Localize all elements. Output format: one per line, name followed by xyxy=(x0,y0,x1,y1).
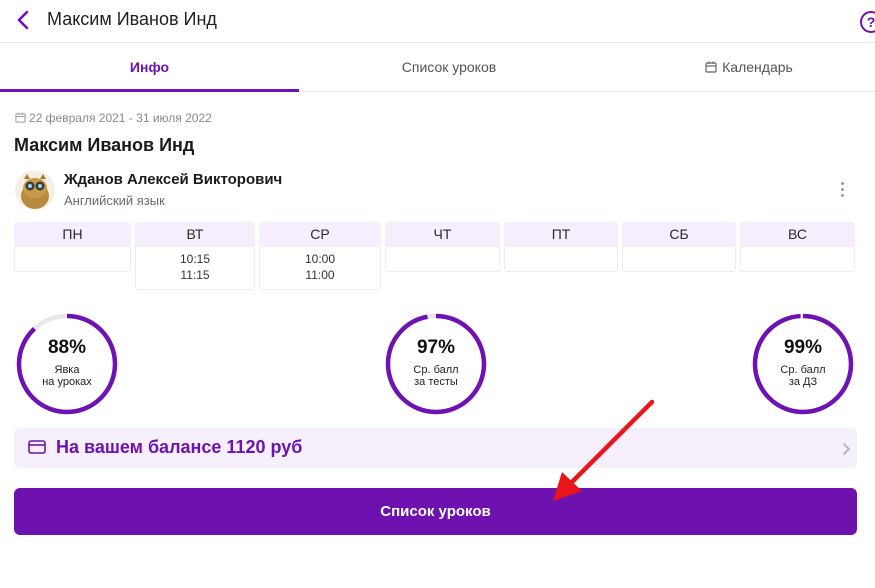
lesson-time: 10:00 xyxy=(304,252,336,266)
schedule-day-label: ВС xyxy=(740,222,855,247)
tab-calendar-label: Календарь xyxy=(722,59,793,75)
date-range: 22 февраля 2021 - 31 июля 2022 xyxy=(15,111,212,125)
chevron-right-icon xyxy=(842,442,850,460)
stat-value: 99% xyxy=(783,337,823,358)
tab-info[interactable]: Инфо xyxy=(0,43,299,92)
student-name: Максим Иванов Инд xyxy=(14,135,195,155)
schedule-day-tue: ВТ 10:15 11:15 xyxy=(135,222,255,290)
schedule-day-label: СР xyxy=(259,222,381,247)
tab-lesson-list-label: Список уроков xyxy=(401,59,497,75)
schedule-day-label: ВТ xyxy=(135,222,255,247)
schedule-day-times: 10:15 11:15 xyxy=(135,247,255,290)
schedule-day-label: ПН xyxy=(14,222,131,247)
balance-text: На вашем балансе 1120 руб xyxy=(56,437,303,457)
schedule-day-times: 10:00 11:00 xyxy=(259,247,381,290)
subject: Английский язык xyxy=(64,193,165,208)
stat-label: Ср. балл за ДЗ xyxy=(780,364,826,388)
credit-card-icon xyxy=(28,439,46,460)
calendar-small-icon xyxy=(15,112,26,123)
schedule-day-sun: ВС xyxy=(740,222,855,272)
schedule-day-mon: ПН xyxy=(14,222,131,272)
lesson-time: 10:15 xyxy=(179,252,211,266)
more-options-icon[interactable] xyxy=(836,182,848,200)
tab-info-label: Инфо xyxy=(129,59,170,75)
page-title: Максим Иванов Инд xyxy=(47,9,217,29)
schedule-day-times xyxy=(504,247,618,272)
schedule-day-times xyxy=(385,247,500,272)
tab-lesson-list[interactable]: Список уроков xyxy=(299,43,599,92)
teacher-name: Жданов Алексей Викторович xyxy=(64,171,283,188)
schedule-day-times xyxy=(622,247,736,272)
back-arrow-icon[interactable] xyxy=(12,8,36,32)
schedule-day-label: ЧТ xyxy=(385,222,500,247)
stat-value: 88% xyxy=(47,337,87,358)
date-range-text: 22 февраля 2021 - 31 июля 2022 xyxy=(29,111,212,125)
active-tab-indicator xyxy=(0,89,299,92)
tab-bar: Инфо Список уроков Календарь xyxy=(0,43,875,92)
lesson-list-button[interactable]: Список уроков xyxy=(14,488,857,535)
stat-value: 97% xyxy=(416,337,456,358)
schedule-day-label: ПТ xyxy=(504,222,618,247)
stat-label: Ср. балл за тесты xyxy=(413,364,459,388)
homework-score-stat: 99% Ср. балл за ДЗ xyxy=(751,312,855,416)
schedule-day-times xyxy=(740,247,855,272)
stat-label: Явка на уроках xyxy=(42,364,92,388)
balance-card[interactable]: На вашем балансе 1120 руб xyxy=(14,428,857,468)
avatar xyxy=(15,170,55,210)
schedule-day-times xyxy=(14,247,131,272)
schedule-day-thu: ЧТ xyxy=(385,222,500,272)
schedule-day-fri: ПТ xyxy=(504,222,618,272)
schedule-day-wed: СР 10:00 11:00 xyxy=(259,222,381,290)
lesson-time: 11:15 xyxy=(180,268,210,282)
header: Максим Иванов Инд ? xyxy=(0,0,875,43)
tests-score-stat: 97% Ср. балл за тесты xyxy=(384,312,488,416)
schedule-day-label: СБ xyxy=(622,222,736,247)
help-icon[interactable]: ? xyxy=(860,11,875,33)
schedule-day-sat: СБ xyxy=(622,222,736,272)
attendance-stat: 88% Явка на уроках xyxy=(15,312,119,416)
lesson-time: 11:00 xyxy=(305,268,335,282)
calendar-icon xyxy=(705,44,717,93)
tab-calendar[interactable]: Календарь xyxy=(599,43,875,92)
